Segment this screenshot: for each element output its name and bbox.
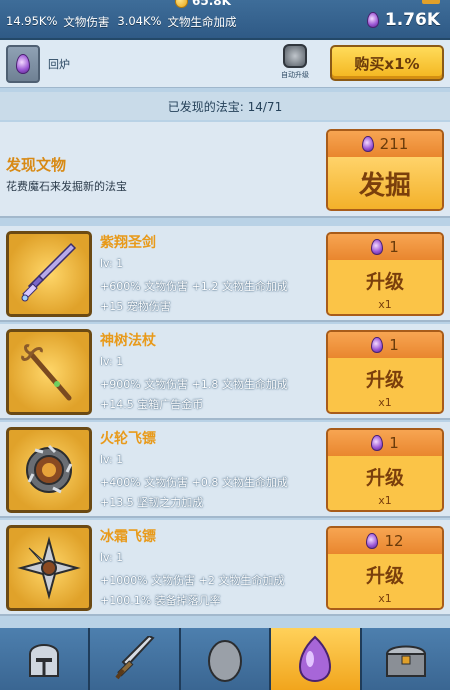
gem-icon xyxy=(16,54,30,74)
discovered-text: 已发现的法宝: 14/71 xyxy=(167,99,283,114)
relic-name: 紫翔圣剑 xyxy=(100,235,156,251)
relic-level: lv: 1 xyxy=(100,257,124,270)
ornament-icon xyxy=(422,0,440,4)
upgrade-multiplier: x1 xyxy=(328,294,442,314)
upgrade-button[interactable]: 1 升级 x1 xyxy=(326,330,444,414)
discover-title: 发现文物 xyxy=(6,156,67,174)
mana-value: 1.76K xyxy=(384,10,440,30)
discover-panel: 发现文物 花费魔石来发掘新的法宝 211 发掘 xyxy=(0,122,450,218)
buy-multiplier-label: 购买x1% xyxy=(354,54,420,73)
nav-tab-hero[interactable] xyxy=(0,628,91,690)
relic-level: lv: 1 xyxy=(100,551,124,564)
upgrade-cost: 1 xyxy=(328,332,442,358)
chest-icon xyxy=(385,645,426,677)
relic-effect-secondary: +100.1% 装备掉落几率 xyxy=(100,594,221,607)
relic-effect-primary: +1000% 文物伤害 +2 文物生命加成 xyxy=(100,574,285,587)
auto-upgrade-icon xyxy=(283,44,307,68)
bottom-navigation xyxy=(0,628,450,690)
coin-icon xyxy=(175,0,188,8)
upgrade-multiplier: x1 xyxy=(328,490,442,510)
relic-effect-secondary: +14.5 宝箱广告金币 xyxy=(100,398,204,411)
gem-icon xyxy=(371,435,384,451)
upgrade-cost: 1 xyxy=(328,430,442,456)
gold-counter: 65.8K xyxy=(175,0,231,8)
upgrade-cost-value: 1 xyxy=(389,238,399,256)
upgrade-cost-value: 1 xyxy=(389,336,399,354)
relic-effect-primary: +900% 文物伤害 +1.8 文物生命加成 xyxy=(100,378,288,391)
upgrade-cost-value: 1 xyxy=(389,434,399,452)
auto-upgrade-button[interactable]: 自动升级 xyxy=(278,44,312,84)
relic-effect-primary: +600% 文物伤害 +1.2 文物生命加成 xyxy=(100,280,288,293)
nav-tab-relics[interactable] xyxy=(271,628,362,690)
relic-effect-primary: +400% 文物伤害 +0.8 文物生命加成 xyxy=(100,476,288,489)
auto-upgrade-label: 自动升级 xyxy=(281,71,309,79)
dig-label: 发掘 xyxy=(328,157,442,209)
nav-tab-shop[interactable] xyxy=(361,628,450,690)
mana-counter: 1.76K xyxy=(366,10,440,30)
relic-hp-label: 文物生命加成 xyxy=(167,15,237,29)
stat-summary: 14.95K% 文物伤害 3.04K% 文物生命加成 xyxy=(6,14,236,30)
upgrade-cost: 12 xyxy=(328,528,442,554)
gold-value: 65.8K xyxy=(192,0,231,8)
sword-icon xyxy=(6,231,92,317)
gem-icon xyxy=(299,635,332,683)
upgrade-button[interactable]: 12 升级 x1 xyxy=(326,526,444,610)
upgrade-cost-value: 12 xyxy=(384,532,404,550)
recycle-slot[interactable] xyxy=(6,45,40,83)
relic-row: 冰霜飞镖 lv: 1 +1000% 文物伤害 +2 文物生命加成 +100.1%… xyxy=(0,520,450,616)
relic-effect-secondary: +15 宠物伤害 xyxy=(100,300,171,313)
upgrade-label: 升级 xyxy=(328,456,442,490)
relic-toolbar: 回炉 自动升级 购买x1% xyxy=(0,40,450,88)
dig-cost: 211 xyxy=(328,131,442,157)
sword-icon xyxy=(115,636,155,680)
gem-icon xyxy=(361,136,374,152)
discover-description: 花费魔石来发掘新的法宝 xyxy=(6,180,127,193)
egg-icon xyxy=(208,640,243,682)
relic-row: 紫翔圣剑 lv: 1 +600% 文物伤害 +1.2 文物生命加成 +15 宠物… xyxy=(0,226,450,322)
relic-damage-label: 文物伤害 xyxy=(63,15,110,29)
upgrade-label: 升级 xyxy=(328,260,442,294)
gem-icon xyxy=(366,533,379,549)
discovered-count: 已发现的法宝: 14/71 xyxy=(0,92,450,120)
relic-row: 神树法杖 lv: 1 +900% 文物伤害 +1.8 文物生命加成 +14.5 … xyxy=(0,324,450,420)
relic-name: 神树法杖 xyxy=(100,333,156,349)
relic-name: 火轮飞镖 xyxy=(100,431,156,447)
relic-row: 火轮飞镖 lv: 1 +400% 文物伤害 +0.8 文物生命加成 +13.5 … xyxy=(0,422,450,518)
relic-effect-secondary: +13.5 坚韧之力加成 xyxy=(100,496,204,509)
relic-name: 冰霜飞镖 xyxy=(100,529,156,545)
upgrade-label: 升级 xyxy=(328,554,442,588)
top-status-bar: 65.8K 14.95K% 文物伤害 3.04K% 文物生命加成 1.76K xyxy=(0,0,450,40)
gem-icon xyxy=(371,239,384,255)
dig-cost-value: 211 xyxy=(379,135,409,153)
dig-button[interactable]: 211 发掘 xyxy=(326,129,444,211)
upgrade-multiplier: x1 xyxy=(328,392,442,412)
nav-tab-pets[interactable] xyxy=(180,628,272,690)
gem-icon xyxy=(366,12,379,28)
nav-tab-equipment[interactable] xyxy=(90,628,181,690)
relic-damage-value: 14.95K% xyxy=(6,14,58,28)
relic-level: lv: 1 xyxy=(100,355,124,368)
gem-icon xyxy=(371,337,384,353)
shuriken-icon xyxy=(6,525,92,611)
recycle-label: 回炉 xyxy=(48,58,70,71)
upgrade-cost: 1 xyxy=(328,234,442,260)
upgrade-button[interactable]: 1 升级 x1 xyxy=(326,428,444,512)
upgrade-button[interactable]: 1 升级 x1 xyxy=(326,232,444,316)
buy-multiplier-button[interactable]: 购买x1% xyxy=(330,45,444,81)
relic-level: lv: 1 xyxy=(100,453,124,466)
helmet-icon xyxy=(29,644,60,677)
staff-icon xyxy=(6,329,92,415)
relic-hp-value: 3.04K% xyxy=(117,14,162,28)
upgrade-label: 升级 xyxy=(328,358,442,392)
ring-blade-icon xyxy=(6,427,92,513)
upgrade-multiplier: x1 xyxy=(328,588,442,608)
